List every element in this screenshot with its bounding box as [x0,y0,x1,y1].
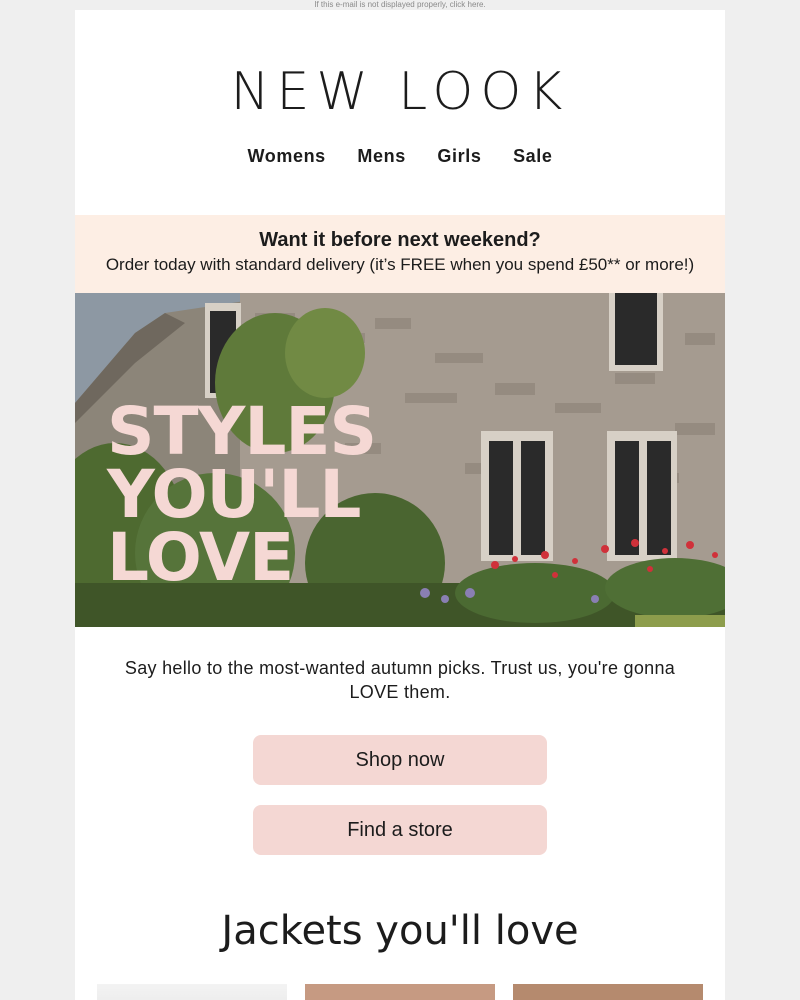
hero-headline-line-1: STYLES [107,393,377,470]
delivery-banner-title: Want it before next weekend? [259,229,541,251]
delivery-banner-subtitle: Order today with standard delivery (it’s… [105,255,695,274]
jackets-section-title: Jackets you'll love [221,908,579,954]
product-thumbnail[interactable] [513,984,703,1000]
delivery-banner[interactable]: Want it before next weekend? Order today… [75,215,725,293]
nav-item-mens[interactable]: Mens [357,146,405,167]
find-store-button[interactable]: Find a store [253,805,547,855]
intro-text: Say hello to the most-wanted autumn pick… [124,658,676,702]
brand-logo[interactable]: NEW LOOK [75,62,725,122]
product-thumbnail[interactable] [305,984,495,1000]
email-card: NEW LOOK Womens Mens Girls Sale Want it … [75,10,725,1000]
nav-item-womens[interactable]: Womens [248,146,326,167]
nav-item-sale[interactable]: Sale [513,146,552,167]
hero-headline: STYLES YOU'LL LOVE [107,393,427,596]
main-nav: Womens Mens Girls Sale [75,146,725,167]
hero-headline-line-2: YOU'LL [107,456,361,533]
product-thumbnail[interactable] [97,984,287,1000]
hero-headline-line-3: LOVE [107,519,294,596]
shop-now-button[interactable]: Shop now [253,735,547,785]
preheader-link[interactable]: If this e-mail is not displayed properly… [0,0,800,10]
hero-image[interactable]: STYLES YOU'LL LOVE [75,293,725,627]
nav-item-girls[interactable]: Girls [437,146,481,167]
